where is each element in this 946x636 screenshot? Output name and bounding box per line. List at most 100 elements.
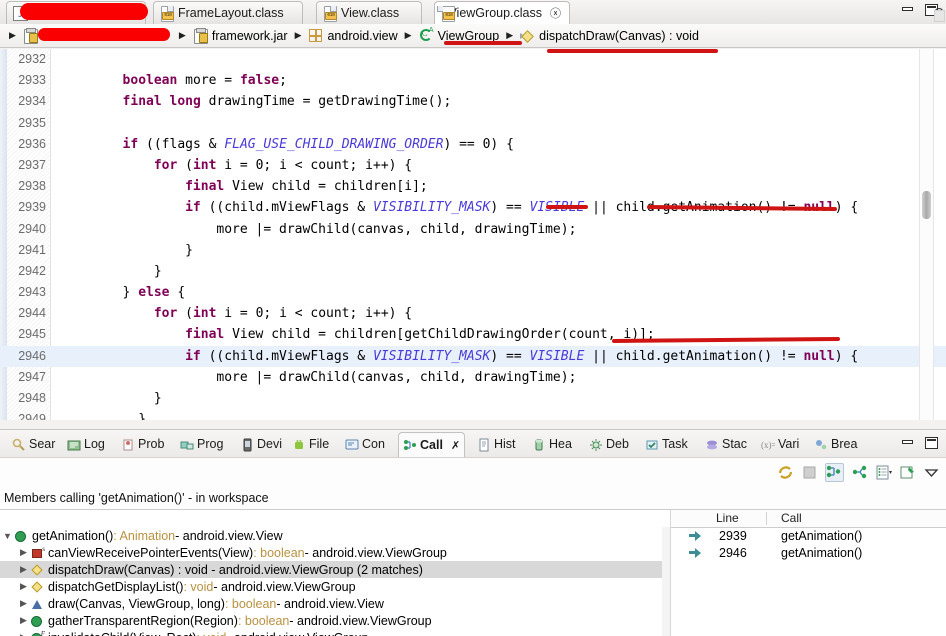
tree-row[interactable]: ▶draw(Canvas, ViewGroup, long) : boolean… [0,595,662,612]
scrollbar-thumb[interactable] [922,191,931,219]
view-tab-task[interactable]: Task [641,432,692,457]
code-token: final [123,94,162,109]
annotation-underline-visible-1 [546,205,588,209]
expand-arrow-icon[interactable]: ▶ [17,547,30,558]
column-header-line: Line [716,510,739,527]
tree-row[interactable]: ▶scanViewReceivePointerEvents(View) : bo… [0,544,662,561]
close-icon[interactable]: ✗ [451,439,460,452]
minimize-icon[interactable] [902,437,913,446]
tree-row[interactable]: ▶gatherTransparentRegion(Region) : boole… [0,612,662,629]
editor-tab-framelayout[interactable]: 010 FrameLayout.class [153,1,303,24]
chevron-right-icon: ▶ [9,30,16,41]
view-tab-prog[interactable]: Prog [176,432,227,457]
method-protected-icon [30,563,44,577]
line-number: 2932 [0,49,46,70]
code-token: ((child.mViewFlags & [201,200,373,215]
call-location-row[interactable]: 2946 getAnimation() [671,545,946,562]
breadcrumb-item-jar[interactable]: framework.jar [193,28,288,43]
code-line: 2935 [0,113,946,134]
view-tab-label: Log [84,432,105,457]
view-tab-deb[interactable]: Deb [585,432,633,457]
tree-row-signature: draw(Canvas, ViewGroup, long) [48,597,225,611]
callers-hierarchy-icon[interactable] [825,463,844,482]
tree-row-signature: dispatchDraw(Canvas) : void - android.vi… [48,563,423,577]
code-token: int [193,158,216,173]
view-tab-con[interactable]: Con [341,432,389,457]
view-tab-devi[interactable]: Devi [236,432,286,457]
view-tab-label: Task [662,432,688,457]
editor-tab-view[interactable]: 010 View.class [316,1,422,24]
package-icon [308,28,323,43]
view-tab-stac[interactable]: Stac [701,432,751,457]
view-tab-log[interactable]: Log [63,432,109,457]
tree-row-owner: - android.view.View [175,529,282,543]
editor-tab-viewgroup[interactable]: 010 ViewGroup.class ⓧ [434,1,570,25]
code-token: null [803,349,834,364]
code-editor[interactable]: 29322933boolean more = false;2934final l… [0,49,946,421]
code-text: } [185,240,193,261]
line-number: 2941 [0,240,46,261]
call-line-number: 2946 [719,545,747,562]
breadcrumb-item-method[interactable]: dispatchDraw(Canvas) : void [520,28,699,43]
code-token: drawingTime = getDrawingTime(); [201,94,451,109]
class-file-icon: 010 [323,6,337,21]
close-icon[interactable]: ⓧ [550,5,561,21]
code-line: 2940more |= drawChild(canvas, child, dra… [0,219,946,240]
code-line: 2934final long drawingTime = getDrawingT… [0,91,946,112]
refresh-icon[interactable] [777,464,794,481]
view-tab-prob[interactable]: Prob [117,432,168,457]
hierarchy-tree-column[interactable]: ▼getAnimation() : Animation - android.vi… [0,510,670,636]
call-line-number: 2939 [719,528,747,545]
breadcrumb-item-package[interactable]: android.view [308,28,397,43]
code-text: final View child = children[i]; [185,176,428,197]
breadcrumb-label: android.view [327,29,397,43]
code-line: 2948} [0,388,946,409]
callees-hierarchy-icon[interactable] [851,464,868,481]
file-explorer-icon [292,438,306,452]
call-location-row[interactable]: 2939getAnimation() [671,528,946,545]
view-tab-hist[interactable]: Hist [473,432,520,457]
editor-area: J 010 FrameLayout.class 010 View.class 0… [0,0,946,428]
code-token: more |= drawChild(canvas, child, drawing… [216,370,576,385]
tree-row[interactable]: ▶dispatchGetDisplayList() : void - andro… [0,578,662,595]
view-tab-hea[interactable]: Hea [528,432,576,457]
call-expression: getAnimation() [781,545,862,562]
editor-tab-label: FrameLayout.class [178,6,284,20]
hierarchy-tree: ▼getAnimation() : Animation - android.vi… [0,527,662,636]
call-locations-column[interactable]: Line Call 2939getAnimation()2946getAnima… [670,510,946,636]
maximize-icon[interactable] [925,437,938,449]
pin-icon[interactable] [899,464,916,481]
view-tab-label: Con [362,432,385,457]
collapse-arrow-icon[interactable]: ▼ [1,531,14,541]
expand-arrow-icon[interactable]: ▶ [17,598,30,609]
code-token: if [185,200,201,215]
view-tab-label: File [309,432,329,457]
expand-arrow-icon[interactable]: ▶ [17,581,30,592]
bottom-view-panel: Sear Log Prob Prog Devi File Con Call✗ Hist Hea De… [0,429,946,636]
tree-row-signature: gatherTransparentRegion(Region) [48,614,238,628]
minimize-icon[interactable] [902,4,913,13]
tree-row[interactable]: ▶ dispatchDraw(Canvas) : void - android.v… [0,561,662,578]
editor-vertical-scrollbar[interactable] [919,49,934,420]
tree-row-owner: - android.view.ViewGroup [226,631,368,636]
tree-row[interactable]: ▼getAnimation() : Animation - android.vi… [0,527,662,544]
layout-menu-icon[interactable] [875,464,892,481]
view-tab-call[interactable]: Call✗ [398,432,465,457]
expand-arrow-icon[interactable]: ▶ [17,632,30,636]
call-hierarchy-icon [403,438,417,452]
view-tab-file[interactable]: File [288,432,333,457]
expand-arrow-icon[interactable]: ▶ [17,615,30,626]
annotation-underline-dispatchdraw [547,49,718,53]
view-tab-sear[interactable]: Sear [8,432,59,457]
code-token: if [185,349,201,364]
chevron-right-icon: ▶ [405,30,412,41]
cancel-icon[interactable] [801,464,818,481]
view-tab-brea[interactable]: Brea [810,432,861,457]
view-tab-vari[interactable]: (x)=Vari [757,432,803,457]
code-token: VISIBILITY_MASK [373,349,490,364]
expand-arrow-icon[interactable]: ▶ [17,564,30,575]
window-controls [902,4,938,16]
editor-tab-label: ViewGroup.class [448,6,542,20]
code-line: 2937for (int i = 0; i < count; i++) { [0,155,946,176]
view-menu-icon[interactable] [923,464,940,481]
